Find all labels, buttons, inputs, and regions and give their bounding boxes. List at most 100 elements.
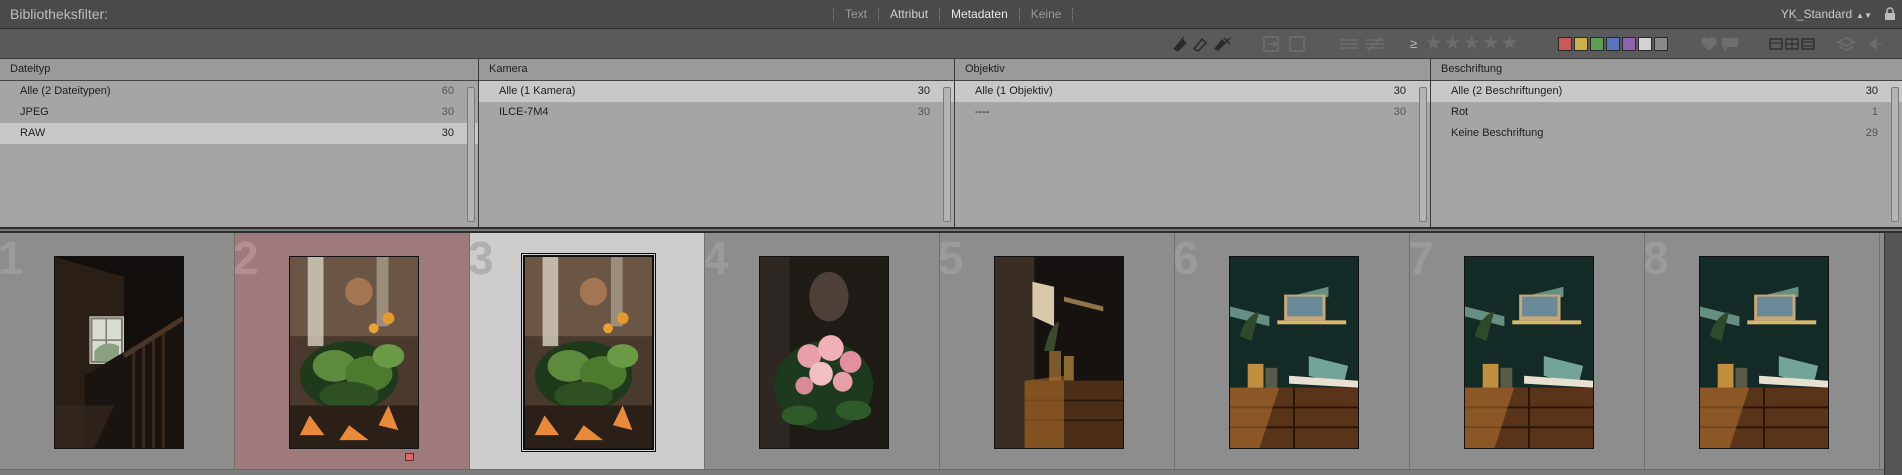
cell-index: 2 xyxy=(235,233,259,284)
photo-thumbnail[interactable] xyxy=(1229,256,1359,449)
grid-cell[interactable]: 4 xyxy=(705,233,940,469)
cell-index: 5 xyxy=(940,233,964,284)
preset-label: YK_Standard xyxy=(1780,7,1853,21)
color-label-swatch[interactable] xyxy=(1654,37,1668,51)
grid-cell[interactable]: 2 xyxy=(235,233,470,469)
tab-text[interactable]: Text xyxy=(845,7,867,21)
rating-operator[interactable]: ≥ xyxy=(1410,36,1417,51)
tab-separator xyxy=(833,7,834,21)
row-count: 60 xyxy=(441,85,454,97)
tab-separator xyxy=(939,7,941,21)
grid-cell[interactable]: 7 xyxy=(1410,233,1645,469)
color-label-swatch[interactable] xyxy=(1638,37,1652,51)
color-label-swatch[interactable] xyxy=(1590,37,1604,51)
column-header[interactable]: Beschriftung xyxy=(1431,59,1902,81)
column-row[interactable]: JPEG 30 xyxy=(0,102,478,123)
row-label: Keine Beschriftung xyxy=(1451,127,1544,139)
grid-scrollbar[interactable] xyxy=(1884,233,1902,475)
edit-status-icons[interactable] xyxy=(1262,35,1310,53)
row-label: Alle (1 Objektiv) xyxy=(975,85,1053,97)
row-count: 30 xyxy=(917,106,930,118)
column-row[interactable]: ILCE-7M4 30 xyxy=(479,102,954,123)
grid-row-divider xyxy=(0,469,1884,475)
flag-filter-icons[interactable] xyxy=(1172,35,1234,53)
attribute-toolbar: ≥ ★★★★★ xyxy=(0,29,1902,59)
row-count: 30 xyxy=(441,106,454,118)
tab-none[interactable]: Keine xyxy=(1031,7,1062,21)
row-count: 29 xyxy=(1865,127,1878,139)
cell-index: 8 xyxy=(1645,233,1669,284)
filter-bar-title: Bibliotheksfilter: xyxy=(10,6,109,22)
stack-arrow-icons[interactable] xyxy=(1836,35,1884,53)
column-row[interactable]: Alle (2 Dateitypen) 60 xyxy=(0,81,478,102)
row-count: 30 xyxy=(1865,85,1878,97)
column-header[interactable]: Dateityp xyxy=(0,59,478,81)
cell-index: 1 xyxy=(0,233,24,284)
view-layout-icons[interactable] xyxy=(1768,35,1818,53)
column-row[interactable]: Alle (2 Beschriftungen) 30 xyxy=(1431,81,1902,102)
photo-thumbnail[interactable] xyxy=(289,256,419,449)
column-scrollbar[interactable] xyxy=(1891,87,1899,222)
grid-cell[interactable]: 6 xyxy=(1175,233,1410,469)
column-row[interactable]: ---- 30 xyxy=(955,102,1430,123)
column-header[interactable]: Kamera xyxy=(479,59,954,81)
chevron-updown-icon: ▲▼ xyxy=(1856,11,1872,20)
column-row[interactable]: RAW 30 xyxy=(0,123,478,144)
row-count: 30 xyxy=(1393,106,1406,118)
grid-cell[interactable]: 3 xyxy=(470,233,705,469)
library-filter-window: Bibliotheksfilter: Text Attribut Metadat… xyxy=(0,0,1902,475)
grid-cell[interactable]: 1 xyxy=(0,233,235,469)
row-label: Alle (2 Beschriftungen) xyxy=(1451,85,1563,97)
column-scrollbar[interactable] xyxy=(943,87,951,222)
column-scrollbar[interactable] xyxy=(467,87,475,222)
cell-index: 7 xyxy=(1410,233,1434,284)
row-label: Rot xyxy=(1451,106,1469,118)
cell-index: 6 xyxy=(1175,233,1199,284)
metadata-browser: Dateityp Alle (2 Dateitypen) 60 JPEG 30 RAW 30… xyxy=(0,59,1902,229)
row-count: 30 xyxy=(917,85,930,97)
row-label: JPEG xyxy=(20,106,49,118)
row-label: Alle (2 Dateitypen) xyxy=(20,85,111,97)
column-row[interactable]: Alle (1 Objektiv) 30 xyxy=(955,81,1430,102)
heart-comment-icons[interactable] xyxy=(1700,35,1740,53)
photo-thumbnail[interactable] xyxy=(759,256,889,449)
photo-thumbnail[interactable] xyxy=(54,256,184,449)
column-label: Beschriftung Alle (2 Beschriftungen) 30 Rot… xyxy=(1431,59,1902,227)
photo-thumbnail[interactable] xyxy=(994,256,1124,449)
column-scrollbar[interactable] xyxy=(1419,87,1427,222)
tab-separator xyxy=(1072,7,1074,21)
cell-index: 3 xyxy=(470,233,494,284)
photo-thumbnail[interactable] xyxy=(523,255,654,450)
tab-attribute[interactable]: Attribut xyxy=(890,7,928,21)
photo-thumbnail[interactable] xyxy=(1699,256,1829,449)
column-row[interactable]: Keine Beschriftung 29 xyxy=(1431,123,1902,144)
row-label: ILCE-7M4 xyxy=(499,106,549,118)
row-label: RAW xyxy=(20,127,46,139)
star-rating-filter[interactable]: ★★★★★ xyxy=(1425,32,1520,55)
tab-metadata[interactable]: Metadaten xyxy=(951,7,1008,21)
grid-cell[interactable]: 8 xyxy=(1645,233,1880,469)
column-header[interactable]: Objektiv xyxy=(955,59,1430,81)
thumbnail-grid: 1 2 3 4 5 6 7 8 xyxy=(0,231,1902,475)
row-count: 1 xyxy=(1871,106,1878,118)
tab-separator xyxy=(1018,7,1020,21)
row-label: Alle (1 Kamera) xyxy=(499,85,576,97)
column-camera: Kamera Alle (1 Kamera) 30 ILCE-7M4 30 xyxy=(479,59,955,227)
column-filetype: Dateityp Alle (2 Dateitypen) 60 JPEG 30 RAW 30 xyxy=(0,59,479,227)
lock-icon[interactable] xyxy=(1884,7,1896,21)
color-label-swatch[interactable] xyxy=(1558,37,1572,51)
grid-cell[interactable]: 5 xyxy=(940,233,1175,469)
photo-thumbnail[interactable] xyxy=(1464,256,1594,449)
column-row[interactable]: Alle (1 Kamera) 30 xyxy=(479,81,954,102)
column-row[interactable]: Rot 1 xyxy=(1431,102,1902,123)
color-label-swatch[interactable] xyxy=(1622,37,1636,51)
filter-settings-icons[interactable] xyxy=(1338,35,1386,53)
row-count: 30 xyxy=(441,127,454,139)
label-badge-icon[interactable] xyxy=(405,453,414,461)
color-label-swatch[interactable] xyxy=(1606,37,1620,51)
column-lens: Objektiv Alle (1 Objektiv) 30 ---- 30 xyxy=(955,59,1431,227)
preset-dropdown[interactable]: YK_Standard ▲▼ xyxy=(1781,7,1872,21)
row-count: 30 xyxy=(1393,85,1406,97)
filter-tabs: Text Attribut Metadaten Keine xyxy=(822,7,1084,21)
color-label-swatch[interactable] xyxy=(1574,37,1588,51)
